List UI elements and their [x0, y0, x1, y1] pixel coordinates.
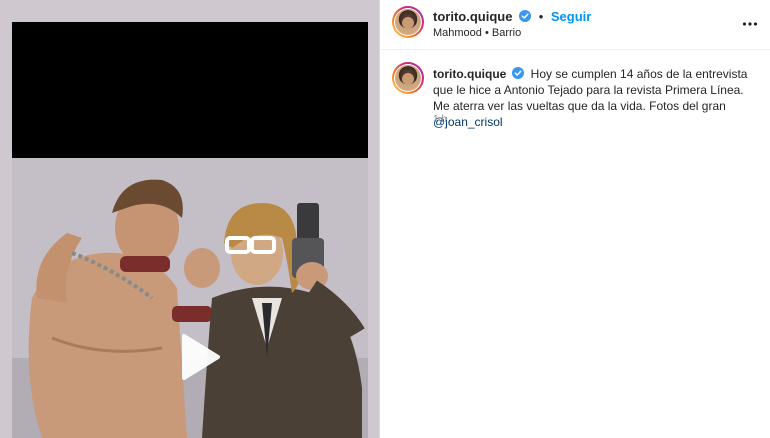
avatar[interactable]	[392, 6, 424, 38]
video-letterbox	[12, 22, 368, 158]
play-icon	[182, 334, 220, 380]
audio-link[interactable]: Mahmood	[433, 27, 482, 39]
caption-username-link[interactable]: torito.quique	[433, 67, 506, 81]
post-header: torito.quique • Seguir Mahmood • Barrio	[381, 0, 770, 50]
play-button[interactable]	[172, 330, 226, 384]
post-timestamp[interactable]: 1 h	[433, 114, 447, 125]
video-player[interactable]	[12, 22, 368, 438]
instagram-post-viewer: torito.quique • Seguir Mahmood • Barrio	[0, 0, 770, 438]
username-link[interactable]: torito.quique	[433, 9, 512, 24]
avatar-image	[395, 9, 421, 35]
separator-dot: •	[538, 9, 544, 24]
header-user-line: torito.quique • Seguir	[433, 9, 591, 24]
verified-badge-icon	[519, 10, 532, 22]
post-info-column: torito.quique • Seguir Mahmood • Barrio	[381, 0, 770, 438]
photo-illustration	[12, 158, 368, 438]
follow-button[interactable]: Seguir	[551, 9, 591, 24]
video-frame-photo	[12, 158, 368, 438]
media-column	[0, 0, 380, 438]
caption-avatar-ring	[394, 64, 422, 92]
caption-avatar-image	[395, 65, 421, 91]
location-link[interactable]: Barrio	[492, 27, 521, 39]
subtitle-separator: •	[484, 27, 489, 39]
verified-badge-icon	[512, 67, 525, 79]
avatar-ring	[394, 8, 422, 36]
header-subtitle: Mahmood • Barrio	[433, 27, 521, 39]
more-horizontal-icon	[742, 22, 758, 26]
caption-text: torito.quique Hoy se cumplen 14 años de …	[433, 66, 753, 130]
more-options-button[interactable]	[742, 14, 758, 34]
caption-avatar[interactable]	[392, 62, 424, 94]
